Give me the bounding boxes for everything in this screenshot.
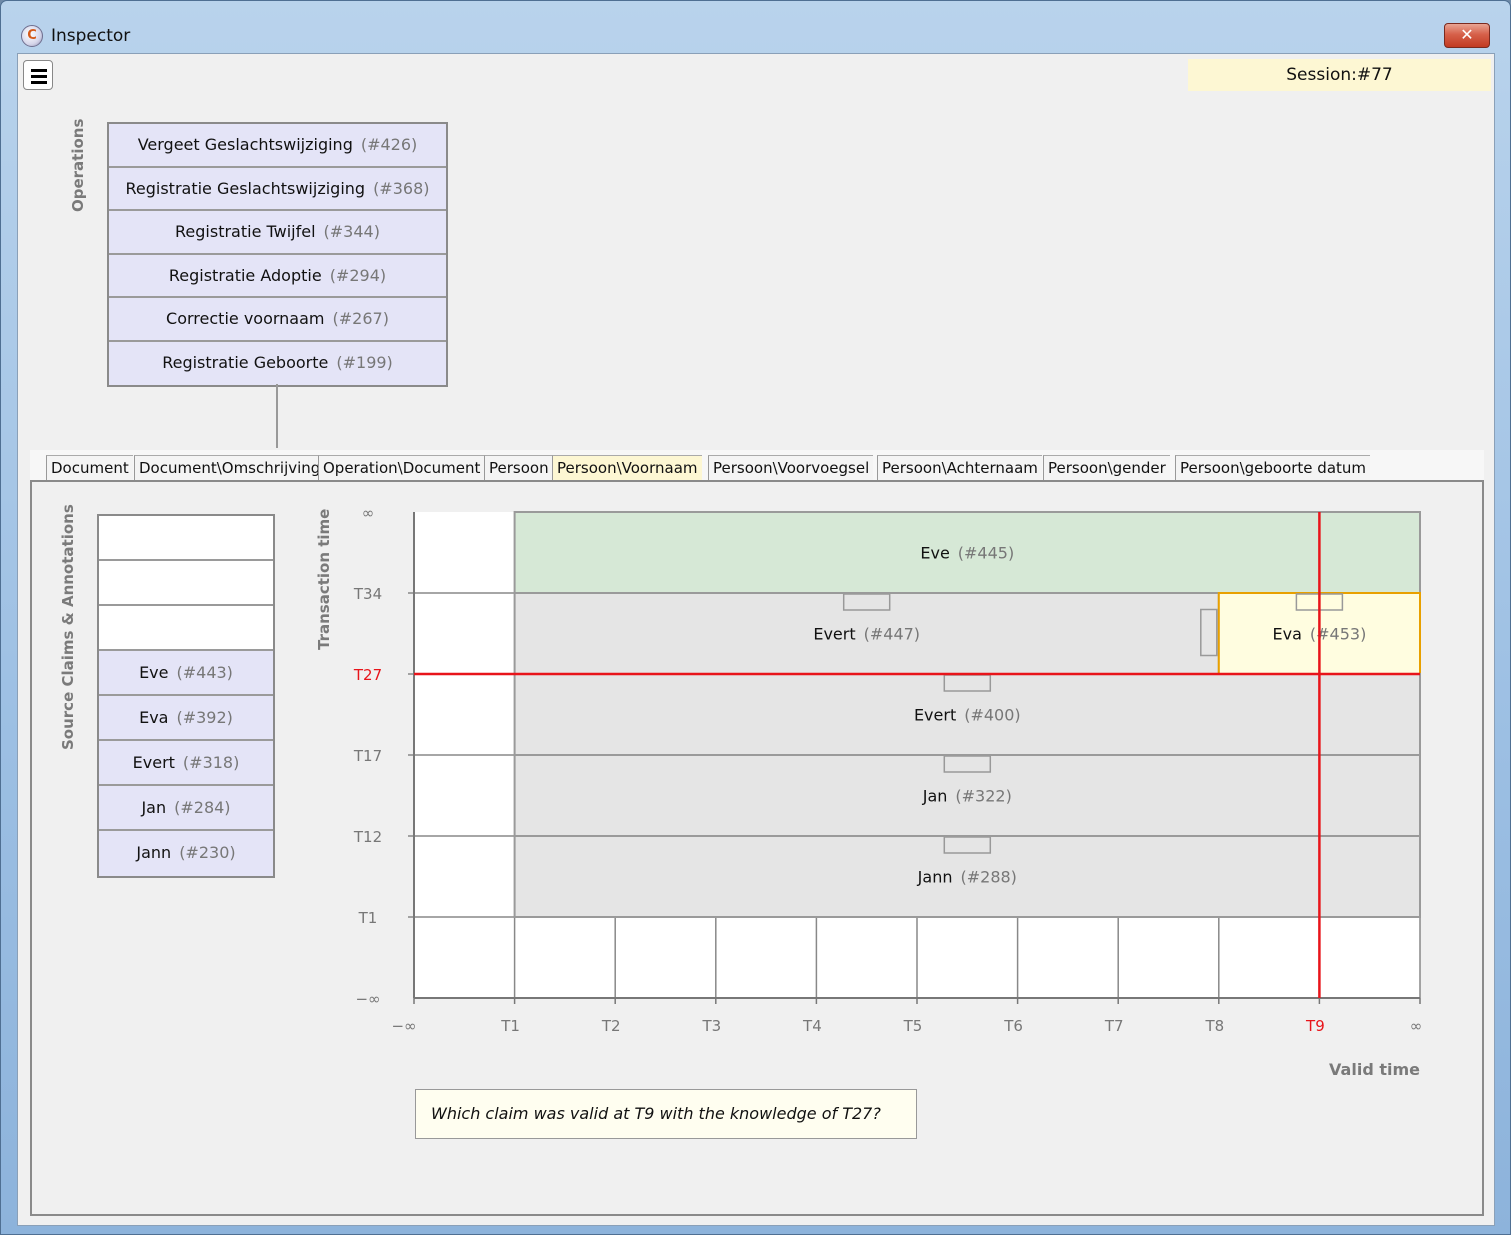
claim-name: Eve [920,544,949,563]
claim-name: Eva [1272,625,1301,644]
operation-ref: (#426) [360,135,418,154]
claim-label: Eve (#445) [920,544,1014,563]
session-badge: Session:#77 [1188,59,1491,91]
valid-time-label: Valid time [1329,1060,1420,1079]
x-tick-label: T6 [1003,1017,1023,1035]
operation-item[interactable]: Registratie Geslachtswijziging (#368) [109,167,446,211]
client-area: Session:#77 Operations Vergeet Geslachts… [17,53,1495,1226]
x-tick-label: −∞ [391,1017,416,1035]
question-box: Which claim was valid at T9 with the kno… [415,1089,917,1139]
operation-name: Registratie Geboorte [162,352,329,372]
claim-ref: (#322) [955,787,1011,806]
operations-connector [276,384,278,448]
title-bar[interactable]: C Inspector ✕ [1,1,1510,53]
tab-bar: Document Document\Omschrijving Operation\D… [30,450,1484,480]
tab-document[interactable]: Document [46,455,133,480]
operation-ref: (#294) [329,265,387,285]
x-tick-label: T9 [1305,1017,1325,1035]
window-title: Inspector [51,26,131,46]
operation-name: Registratie Twijfel [175,222,316,241]
x-tick-label: T5 [903,1017,923,1035]
claim-ref: (#288) [960,868,1016,887]
y-tick-label: ∞ [362,504,375,522]
claim-label: Jann (#288) [917,868,1017,887]
claim-name: Jan [922,787,948,806]
claim-label: Jan (#322) [922,787,1012,806]
tab-persoon-gender[interactable]: Persoon\gender [1043,455,1170,480]
y-tick-label: T34 [353,585,382,603]
operation-item[interactable]: Vergeet Geslachtswijziging (#426) [109,124,446,168]
x-tick-label: T1 [500,1017,520,1035]
tab-persoon-geboorte-datum[interactable]: Persoon\geboorte datum [1175,455,1371,480]
claim-ref: (#445) [958,544,1014,563]
app-icon: C [21,25,43,47]
tab-persoon-achternaam[interactable]: Persoon\Achternaam [877,455,1042,480]
tab-persoon-voornaam[interactable]: Persoon\Voornaam [552,455,702,480]
tab-operation-document[interactable]: Operation\Document [318,455,485,480]
claim-ref: (#447) [864,625,920,644]
x-tick-label: T8 [1204,1017,1224,1035]
operation-name: Correctie voornaam [166,309,325,328]
claim-name: Evert [914,706,956,725]
tab-panel: Source Claims & Annotations Eve (#443) Eva… [30,480,1484,1216]
operations-list: Vergeet Geslachtswijziging (#426) Registra… [107,122,448,387]
claim-label: Evert (#447) [813,625,920,644]
y-tick-label: T1 [358,909,378,927]
x-tick-label: T4 [802,1017,822,1035]
operations-label: Operations [69,118,87,212]
tab-document-omschrijving[interactable]: Document\Omschrijving [134,455,325,480]
x-tick-label: T7 [1104,1017,1124,1035]
tab-persoon[interactable]: Persoon [484,455,553,480]
claim-label: Evert (#400) [914,706,1021,725]
operation-item[interactable]: Registratie Geboorte (#199) [109,341,446,385]
operation-ref: (#344) [323,222,380,241]
operation-ref: (#199) [336,352,393,372]
claim-ref: (#400) [964,706,1020,725]
operation-item[interactable]: Correctie voornaam (#267) [109,298,446,342]
y-tick-label: T27 [353,666,382,684]
operation-item[interactable]: Registratie Twijfel (#344) [109,211,446,255]
tab-persoon-voorvoegsel[interactable]: Persoon\Voorvoegsel [708,455,874,480]
claim-name: Evert [813,625,855,644]
operation-ref: (#267) [332,309,389,328]
x-tick-label: T2 [601,1017,621,1035]
operation-name: Registratie Adoptie [168,265,322,285]
operation-item[interactable]: Registratie Adoptie (#294) [109,254,446,298]
claim-name: Jann [917,868,953,887]
x-tick-label: T3 [701,1017,721,1035]
hamburger-menu-icon[interactable] [23,60,53,90]
y-tick-label: T17 [353,747,382,765]
x-tick-label: ∞ [1410,1017,1423,1035]
y-tick-label: T12 [353,828,382,846]
y-tick-label: −∞ [355,990,380,1008]
operation-name: Registratie Geslachtswijziging [125,178,366,198]
operation-ref: (#368) [373,178,430,198]
inspector-window: C Inspector ✕ Session:#77 Operations Ver… [0,0,1511,1235]
close-button[interactable]: ✕ [1444,23,1490,48]
operation-name: Vergeet Geslachtswijziging [137,135,353,154]
